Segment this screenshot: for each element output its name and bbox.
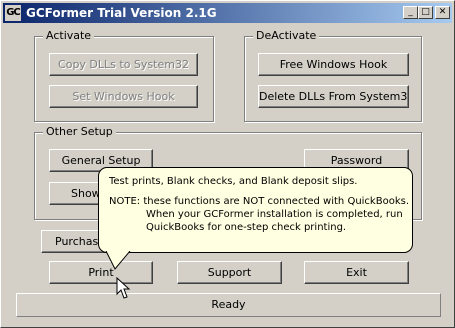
exit-button[interactable]: Exit <box>304 261 409 284</box>
app-icon: GC <box>5 5 21 21</box>
print-button[interactable]: Print <box>49 261 153 284</box>
activate-group-label: Activate <box>43 29 95 42</box>
mouse-cursor-icon <box>116 277 131 299</box>
set-windows-hook-button[interactable]: Set Windows Hook <box>49 85 198 108</box>
tooltip-tail <box>105 251 131 270</box>
title-bar[interactable]: GC GCFormer Trial Version 2.1G _ □ ✕ <box>3 3 452 23</box>
activate-group: Activate <box>34 29 214 122</box>
minimize-icon: _ <box>408 7 413 17</box>
maximize-button[interactable]: □ <box>418 6 433 19</box>
window-title: GCFormer Trial Version 2.1G <box>26 6 217 20</box>
tooltip-line: QuickBooks for one-step check printing. <box>146 222 347 233</box>
delete-dlls-button[interactable]: Delete DLLs From System32 <box>258 85 409 108</box>
close-button[interactable]: ✕ <box>435 6 450 19</box>
deactivate-group-label: DeActivate <box>253 29 320 42</box>
tooltip-line: NOTE: these functions are NOT connected … <box>109 196 409 207</box>
support-button[interactable]: Support <box>177 261 282 284</box>
free-windows-hook-button[interactable]: Free Windows Hook <box>258 53 409 76</box>
copy-dlls-button[interactable]: Copy DLLs to System32 <box>49 53 198 76</box>
minimize-button[interactable]: _ <box>403 6 418 19</box>
tooltip-line: Test prints, Blank checks, and Blank dep… <box>109 176 358 187</box>
other-setup-group-label: Other Setup <box>43 125 116 138</box>
status-bar: Ready <box>16 293 441 317</box>
close-icon: ✕ <box>438 7 447 17</box>
maximize-icon: □ <box>421 7 430 17</box>
tooltip-line: When your GCFormer installation is compl… <box>146 209 403 220</box>
deactivate-group: DeActivate <box>244 29 422 122</box>
main-window: GC GCFormer Trial Version 2.1G _ □ ✕ Act… <box>0 0 455 328</box>
tooltip-balloon: Test prints, Blank checks, and Blank dep… <box>98 167 413 253</box>
